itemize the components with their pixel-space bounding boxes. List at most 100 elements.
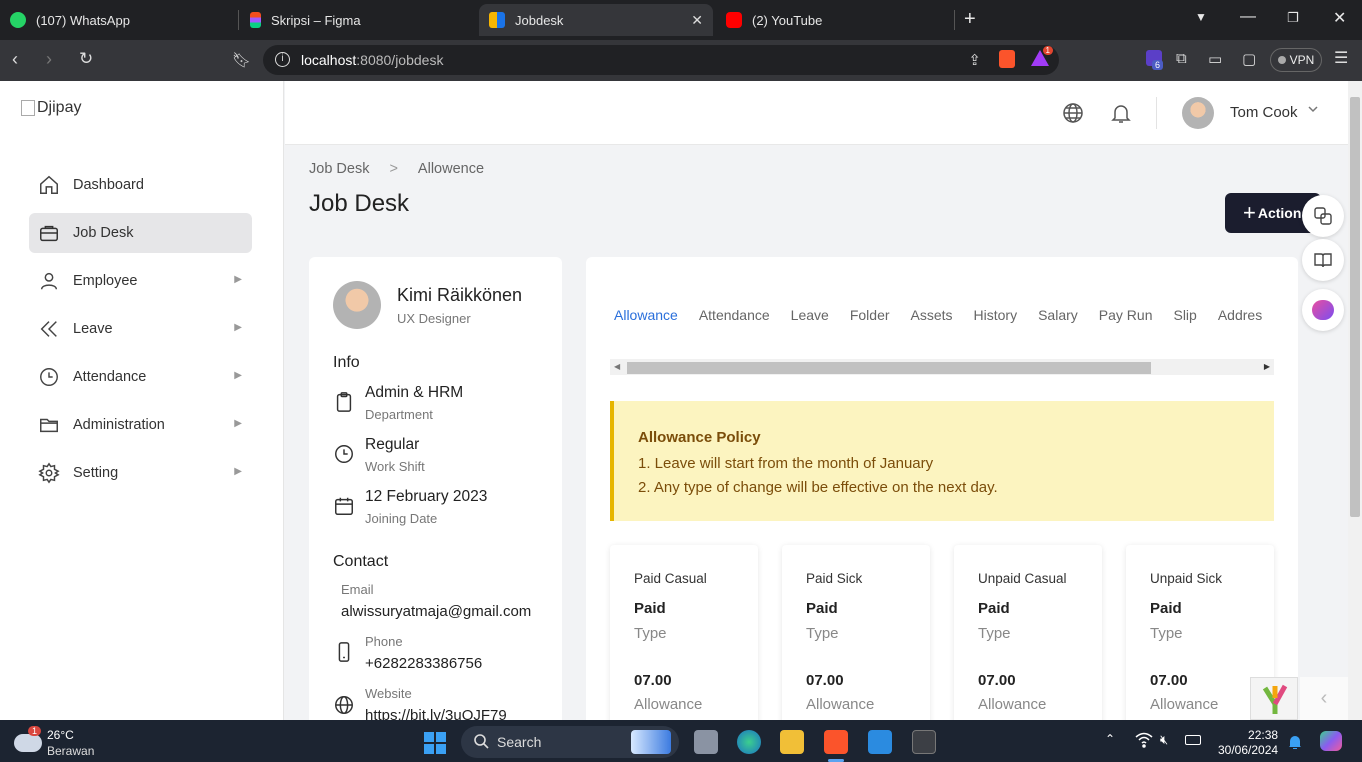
leave-card-status-label: Type [806,625,839,642]
tab-label: (107) WhatsApp [36,12,130,28]
new-tab-icon[interactable]: + [964,8,976,31]
tab-figma[interactable]: Skripsi – Figma [240,4,476,36]
tab-whatsapp[interactable]: (107) WhatsApp [0,4,236,36]
brave-icon[interactable] [824,730,848,754]
bookmark-icon[interactable]: 🔖︎ [232,51,251,69]
contact-heading: Contact [333,553,389,570]
tab-pay-run[interactable]: Pay Run [1099,307,1153,323]
sidebar-item-attendance[interactable]: Attendance ▶ [29,357,252,397]
tab-history[interactable]: History [974,307,1018,323]
tab-folder[interactable]: Folder [850,307,890,323]
vpn-button[interactable]: VPN [1270,48,1322,72]
address-bar[interactable]: i localhost:8080/jobdesk ⇪ 1 [263,45,1059,75]
search-label: Search [497,734,542,750]
battery-icon[interactable] [1185,735,1201,745]
wifi-icon[interactable] [1135,732,1153,751]
taskbar-clock[interactable]: 22:38 30/06/2024 [1218,728,1278,758]
sidebar-item-label: Dashboard [73,177,144,193]
vscode-icon[interactable] [868,730,892,754]
translate-icon[interactable] [1302,195,1344,237]
info-heading: Info [333,354,360,371]
sidebar-item-job-desk[interactable]: Job Desk [29,213,252,253]
tab-label: Jobdesk [515,12,564,28]
breadcrumb-chevron-icon: > [389,161,398,177]
forward-icon[interactable]: › [46,49,52,70]
sidebar-item-setting[interactable]: Setting ▶ [29,453,252,493]
chevron-up-icon[interactable]: ⌃ [1105,732,1115,746]
user-avatar[interactable] [1182,97,1214,129]
tab-allowance[interactable]: Allowance [614,307,678,323]
employee-role: UX Designer [397,311,471,326]
copilot-icon[interactable] [1320,731,1342,751]
phone-label: Phone [365,634,403,649]
task-view-icon[interactable] [694,730,718,754]
tab-address[interactable]: Addres [1218,307,1262,323]
notification-bell-icon[interactable] [1288,734,1302,753]
sidebar-item-label: Job Desk [73,225,134,241]
sidebar-item-employee[interactable]: Employee ▶ [29,261,252,301]
puzzle-icon[interactable]: ⧉ [1176,50,1187,67]
tab-salary[interactable]: Salary [1038,307,1078,323]
globe-icon[interactable] [1061,101,1085,125]
leave-card-status: Paid [806,600,838,617]
breadcrumb: Job Desk > Allowence [309,161,484,177]
restore-icon[interactable]: ❐ [1287,10,1299,26]
sidebar-item-label: Attendance [73,369,147,385]
breadcrumb-item-job-desk[interactable]: Job Desk [309,161,369,177]
scroll-right-icon[interactable]: ▶ [1264,362,1270,371]
reader-mode-icon[interactable] [1302,239,1344,281]
yii-debug-icon[interactable] [1250,677,1298,720]
bell-icon[interactable] [1109,101,1133,125]
windows-start-icon[interactable] [424,732,446,754]
leave-card-amount-label: Allowance [806,696,875,713]
close-tab-icon[interactable]: ✕ [691,12,703,29]
page-scroll-thumb[interactable] [1350,97,1360,517]
share-icon[interactable]: ⇪ [968,51,981,69]
taskbar-search[interactable]: Search [461,726,679,758]
url-host: localhost [301,52,357,68]
sidebar-item-administration[interactable]: Administration ▶ [29,405,252,445]
back-icon[interactable]: ‹ [12,49,18,70]
leave-card-amount: 07.00 [634,672,672,689]
tabs-scrollbar[interactable]: ◀ ▶ [610,359,1274,375]
tab-leave[interactable]: Leave [791,307,829,323]
edge-icon[interactable] [737,730,761,754]
menu-icon[interactable]: ☰ [1334,48,1348,68]
wallet-icon[interactable]: ▢ [1242,50,1256,68]
tab-attendance[interactable]: Attendance [699,307,770,323]
sidebar-item-label: Leave [73,321,113,337]
leave-card-amount: 07.00 [978,672,1016,689]
scroll-left-icon[interactable]: ◀ [614,362,620,371]
leave-card-paid-casual: Paid Casual Paid Type 07.00 Allowance [610,545,758,727]
sidebar-item-leave[interactable]: Leave ▶ [29,309,252,349]
terminal-icon[interactable] [912,730,936,754]
minimize-icon[interactable]: — [1240,8,1256,26]
leave-card-status: Paid [1150,600,1182,617]
tab-assets[interactable]: Assets [911,307,953,323]
tab-jobdesk[interactable]: Jobdesk ✕ [479,4,713,36]
logo[interactable]: Djipay [21,99,81,117]
tab-slip[interactable]: Slip [1173,307,1196,323]
sidebar-toggle-icon[interactable]: ▭ [1208,50,1222,68]
site-info-icon[interactable]: i [275,52,290,67]
ai-brain-icon[interactable] [1302,289,1344,331]
brave-shield-icon[interactable] [999,50,1015,68]
reload-icon[interactable]: ↻ [79,49,93,69]
tab-search-icon[interactable]: ▼ [1195,10,1207,24]
volume-muted-icon[interactable]: 🔇︎ [1160,732,1168,748]
browser-toolbar: ‹ › ↻ 🔖︎ i localhost:8080/jobdesk ⇪ 1 6 … [0,40,1362,81]
user-name[interactable]: Tom Cook [1230,104,1298,121]
tabs-scroll-thumb[interactable] [627,362,1151,374]
leave-card-status: Paid [634,600,666,617]
globe-icon [333,694,355,716]
leave-card-amount-label: Allowance [634,696,703,713]
collapse-toolbar-icon[interactable]: ‹ [1300,677,1348,720]
phone-value[interactable]: +6282283386756 [365,655,482,672]
sidebar-item-dashboard[interactable]: Dashboard [29,165,252,205]
close-window-icon[interactable]: ✕ [1333,8,1346,28]
tab-youtube[interactable]: (2) YouTube [716,4,952,36]
phone-icon [333,641,355,663]
chevron-down-icon[interactable] [1307,103,1319,118]
email-value[interactable]: alwissuryatmaja@gmail.com [341,603,531,620]
file-explorer-icon[interactable] [780,730,804,754]
